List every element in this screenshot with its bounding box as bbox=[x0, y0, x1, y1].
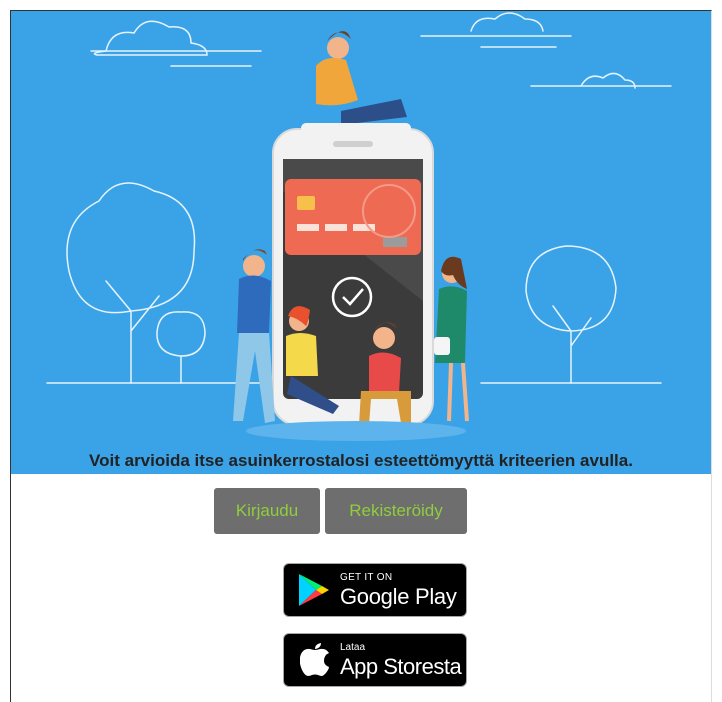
page-frame: Voit arvioida itse asuinkerrostalosi est… bbox=[10, 10, 712, 702]
google-play-icon bbox=[299, 574, 329, 606]
login-button[interactable]: Kirjaudu bbox=[214, 488, 320, 534]
tagline: Voit arvioida itse asuinkerrostalosi est… bbox=[89, 451, 633, 470]
auth-buttons: Kirjaudu Rekisteröidy bbox=[214, 488, 467, 534]
apple-icon bbox=[300, 643, 329, 676]
person-sitting-right bbox=[369, 352, 401, 393]
person-sitting-left bbox=[286, 333, 318, 376]
register-button[interactable]: Rekisteröidy bbox=[325, 488, 467, 534]
hero-banner bbox=[11, 11, 711, 474]
tree-left bbox=[66, 182, 196, 384]
tree-right bbox=[525, 245, 617, 384]
hero-illustration bbox=[46, 12, 672, 441]
google-play-big-text: Google Play bbox=[340, 583, 457, 609]
app-store-big-text: App Storesta bbox=[340, 653, 462, 679]
tree-small-left bbox=[156, 311, 206, 384]
google-play-badge[interactable]: GET IT ON Google Play bbox=[283, 563, 467, 617]
app-store-badge[interactable]: Lataa App Storesta bbox=[283, 633, 467, 687]
google-play-small-text: GET IT ON bbox=[340, 571, 393, 583]
person-top bbox=[316, 58, 358, 106]
app-store-small-text: Lataa bbox=[340, 641, 366, 653]
person-left bbox=[237, 275, 271, 333]
cloud-1 bbox=[93, 20, 208, 56]
cloud-2 bbox=[470, 12, 544, 32]
